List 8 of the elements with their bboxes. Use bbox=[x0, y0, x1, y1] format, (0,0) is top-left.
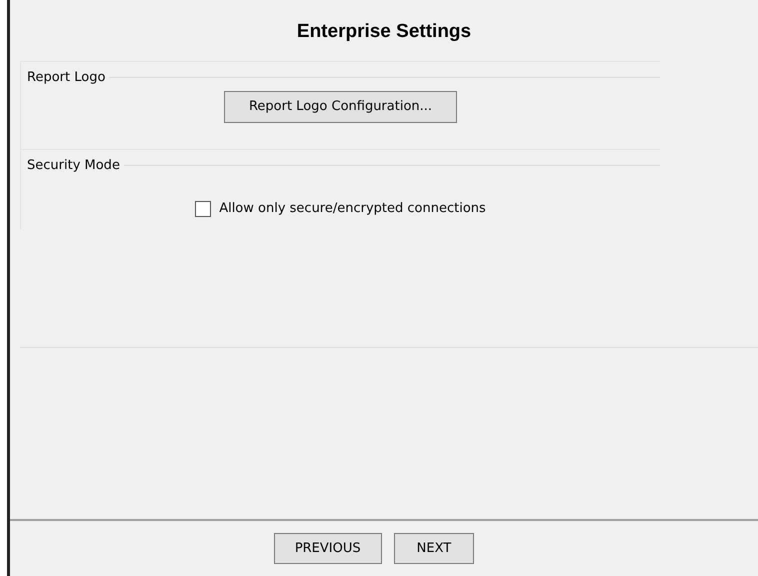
next-button[interactable]: NEXT bbox=[394, 532, 474, 564]
checkbox-label[interactable]: Allow only secure/encrypted connections bbox=[219, 199, 486, 218]
previous-button[interactable]: PREVIOUS bbox=[274, 532, 382, 564]
checkbox[interactable] bbox=[195, 200, 212, 217]
report-logo-configuration-button[interactable]: Report Logo Configuration... bbox=[224, 91, 458, 122]
window-title: Enterprise Settings bbox=[296, 20, 472, 44]
group-title: Report Logo bbox=[27, 68, 106, 86]
group-title: Security Mode bbox=[27, 156, 120, 174]
